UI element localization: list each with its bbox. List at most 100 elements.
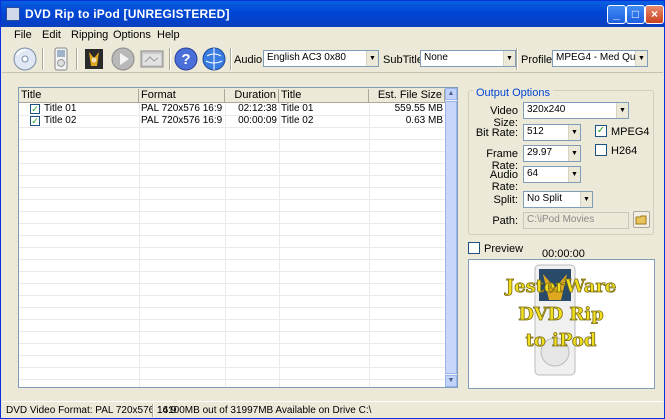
row-format: PAL 720x576 16:9 <box>141 115 223 126</box>
preview-checkbox[interactable] <box>468 242 480 254</box>
title-list[interactable]: Title Format Duration Title Est. File Si… <box>18 87 458 388</box>
mpeg4-checkbox[interactable]: ✓ <box>595 125 607 137</box>
status-format: DVD Video Format: PAL 720x576 16:9 <box>6 405 177 416</box>
menu-help[interactable]: Help <box>157 29 180 41</box>
scroll-up-icon[interactable]: ▲ <box>445 88 457 100</box>
video-size-label: Video Size: <box>490 105 518 129</box>
menu-file[interactable]: File <box>14 29 32 41</box>
folder-icon <box>635 215 647 225</box>
preview-window-button[interactable] <box>139 46 165 72</box>
title-bar[interactable]: DVD Rip to iPod [UNREGISTERED] _ □ × <box>1 1 664 27</box>
row-duration: 02:12:38 <box>238 103 277 114</box>
menu-bar: File Edit Ripping Options Help <box>2 27 663 45</box>
toolbar-separator <box>516 48 518 70</box>
logo-line-1: JesterWare <box>504 276 617 297</box>
menu-edit[interactable]: Edit <box>42 29 61 41</box>
frame-rate-value: 29.97 <box>527 147 553 158</box>
profile-label: Profile: <box>521 54 556 66</box>
dropdown-arrow-icon: ▼ <box>366 51 378 66</box>
row-size: 0.63 MB <box>405 115 443 126</box>
scroll-thumb[interactable] <box>445 101 457 374</box>
open-dvd-button[interactable] <box>12 46 38 72</box>
row-title-2: Title 02 <box>281 115 314 126</box>
ipod-button[interactable] <box>48 46 74 72</box>
col-divider <box>279 103 280 387</box>
preview-label: Preview <box>484 243 524 255</box>
video-size-value: 320x240 <box>527 104 566 115</box>
frame-rate-select[interactable]: 29.97 ▼ <box>523 145 581 162</box>
scroll-down-icon[interactable]: ▼ <box>445 375 457 387</box>
profile-select[interactable]: MPEG4 - Med Quality ▼ <box>552 50 648 67</box>
dropdown-arrow-icon: ▼ <box>568 146 580 161</box>
audio-select[interactable]: English AC3 0x80 ▼ <box>263 50 379 67</box>
play-button[interactable] <box>110 46 136 72</box>
table-row[interactable]: ✓ Title 01 PAL 720x576 16:9 02:12:38 Tit… <box>19 103 447 115</box>
preview-pane: JesterWare DVD Rip to iPod <box>468 259 655 389</box>
play-icon <box>111 47 135 71</box>
split-select[interactable]: No Split ▼ <box>523 191 593 208</box>
close-button[interactable]: × <box>645 5 664 24</box>
path-value: C:\iPod Movies <box>527 214 595 225</box>
toolbar: ? Audio: English AC3 0x80 ▼ SubTitle: Non… <box>2 45 663 73</box>
web-button[interactable] <box>201 46 227 72</box>
subtitle-select[interactable]: None ▼ <box>420 50 516 67</box>
col-divider <box>139 103 140 387</box>
ipod-icon <box>54 47 68 71</box>
dropdown-arrow-icon: ▼ <box>568 167 580 182</box>
audio-label: Audio: <box>234 54 266 66</box>
audio-rate-label: Audio Rate: <box>489 169 518 193</box>
row-format: PAL 720x576 16:9 <box>141 103 223 114</box>
status-separator <box>152 404 154 417</box>
maximize-button[interactable]: □ <box>626 5 645 24</box>
video-size-select[interactable]: 320x240 ▼ <box>523 102 629 119</box>
jester-icon <box>85 49 103 69</box>
toolbar-separator <box>230 48 232 70</box>
app-window: DVD Rip to iPod [UNREGISTERED] _ □ × Fil… <box>0 0 665 419</box>
bit-rate-value: 512 <box>527 126 544 137</box>
table-row[interactable]: ✓ Title 02 PAL 720x576 16:9 00:00:09 Tit… <box>19 115 447 127</box>
dvd-disc-icon <box>13 47 37 71</box>
h264-checkbox[interactable] <box>595 144 607 156</box>
jesterware-logo: JesterWare DVD Rip to iPod <box>503 264 617 376</box>
menu-options[interactable]: Options <box>113 29 151 41</box>
app-icon <box>6 7 20 21</box>
col-title[interactable]: Title <box>19 89 139 103</box>
status-space: 14100MB out of 31997MB Available on Driv… <box>157 405 372 416</box>
row-checkbox[interactable]: ✓ <box>30 116 40 126</box>
path-field[interactable]: C:\iPod Movies <box>523 212 629 229</box>
list-header: Title Format Duration Title Est. File Si… <box>19 88 447 103</box>
window-icon <box>140 50 164 68</box>
row-title-2: Title 01 <box>281 103 314 114</box>
subtitle-value: None <box>424 52 448 63</box>
row-title: Title 02 <box>44 115 77 126</box>
logo-line-3: to iPod <box>525 330 596 351</box>
audio-rate-select[interactable]: 64 ▼ <box>523 166 581 183</box>
toolbar-separator <box>42 48 44 70</box>
logo-line-2: DVD Rip <box>518 304 604 325</box>
row-duration: 00:00:09 <box>238 115 277 126</box>
list-scrollbar[interactable]: ▲ ▼ <box>445 88 457 387</box>
menu-ripping[interactable]: Ripping <box>71 29 108 41</box>
col-format[interactable]: Format <box>139 89 225 103</box>
col-title-2[interactable]: Title <box>279 89 369 103</box>
split-label: Split: <box>493 194 518 206</box>
col-size[interactable]: Est. File Size <box>369 89 445 103</box>
rip-button[interactable] <box>81 46 107 72</box>
minimize-button[interactable]: _ <box>607 5 626 24</box>
toolbar-separator <box>169 48 171 70</box>
svg-text:?: ? <box>181 51 190 68</box>
row-checkbox[interactable]: ✓ <box>30 104 40 114</box>
browse-folder-button[interactable] <box>633 211 650 228</box>
dropdown-arrow-icon: ▼ <box>568 125 580 140</box>
col-duration[interactable]: Duration <box>225 89 279 103</box>
dropdown-arrow-icon: ▼ <box>616 103 628 118</box>
help-button[interactable]: ? <box>173 46 199 72</box>
audio-rate-value: 64 <box>527 168 539 179</box>
dropdown-arrow-icon: ▼ <box>503 51 515 66</box>
toolbar-separator <box>76 48 78 70</box>
row-title: Title 01 <box>44 103 77 114</box>
dropdown-arrow-icon: ▼ <box>635 51 647 66</box>
bit-rate-select[interactable]: 512 ▼ <box>523 124 581 141</box>
h264-label: H264 <box>611 145 638 157</box>
row-size: 559.55 MB <box>394 103 443 114</box>
